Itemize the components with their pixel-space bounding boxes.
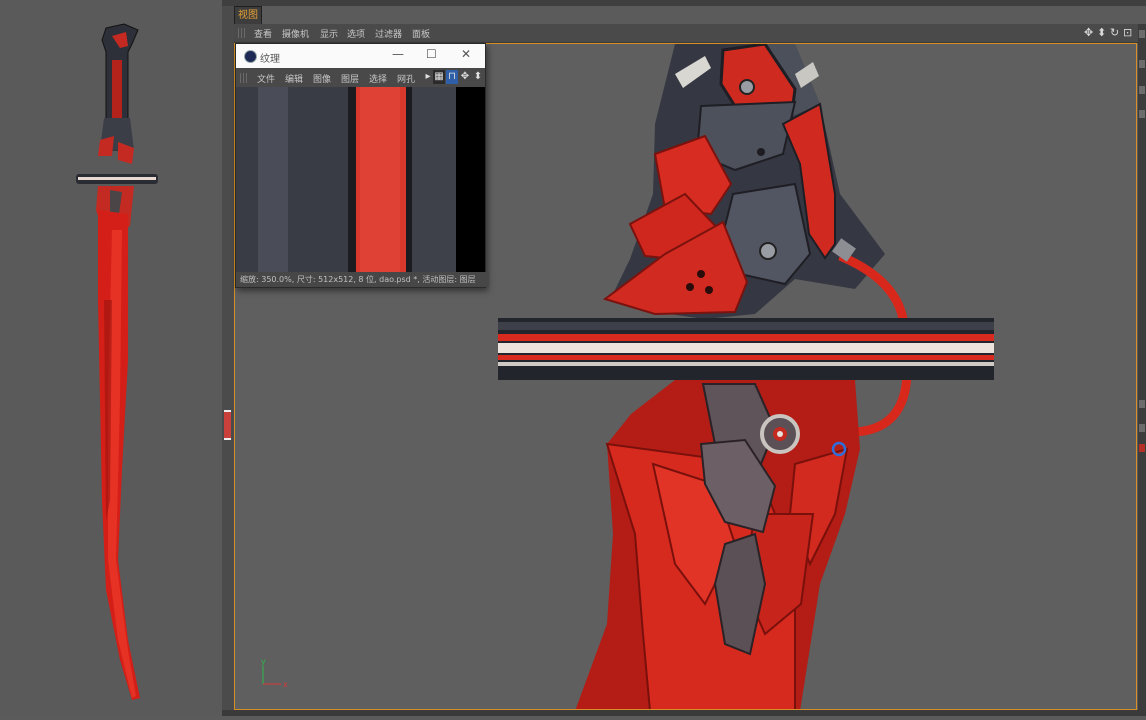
menu-view[interactable]: 查看 <box>254 27 272 40</box>
lock-icon[interactable]: ⊓ <box>446 70 458 84</box>
grip-handle-icon[interactable] <box>238 28 246 38</box>
texture-window[interactable]: 纹理 — ☐ ✕ 文件 编辑 图像 图层 选择 网孔 ▸ ▦ ⊓ ✥ ⬍ 缩放:… <box>235 43 489 288</box>
tool-icon[interactable] <box>1139 30 1145 38</box>
viewport-menubar: 查看 摄像机 显示 选项 过滤器 面板 ✥ ⬍ ↻ ⊡ <box>234 24 1138 43</box>
texture-preview[interactable] <box>236 87 485 272</box>
move-icon[interactable]: ✥ <box>1084 26 1093 39</box>
menu-image[interactable]: 图像 <box>313 72 331 85</box>
color-swatch <box>224 410 231 440</box>
rotate-icon[interactable]: ↻ <box>1110 26 1119 39</box>
maximize-icon[interactable]: ⊡ <box>1123 26 1132 39</box>
viewport-tab[interactable]: 视图 <box>234 6 262 25</box>
layers-icon[interactable]: ▦ <box>433 70 445 84</box>
reference-image-panel <box>0 0 228 716</box>
minimize-icon[interactable]: — <box>392 47 404 61</box>
sword-reference-image <box>76 23 158 700</box>
texture-window-titlebar[interactable]: 纹理 — ☐ ✕ <box>236 44 485 68</box>
menu-edit[interactable]: 编辑 <box>285 72 303 85</box>
texture-window-menubar: 文件 编辑 图像 图层 选择 网孔 ▸ ▦ ⊓ ✥ ⬍ <box>236 69 485 87</box>
menu-filter[interactable]: 过滤器 <box>375 27 402 40</box>
axis-x-label: x <box>283 680 288 689</box>
axis-y-label: y <box>261 657 266 666</box>
texture-window-title: 纹理 <box>260 54 280 65</box>
menu-layer[interactable]: 图层 <box>341 72 359 85</box>
grip-handle-icon[interactable] <box>240 73 248 83</box>
texture-image <box>236 87 485 272</box>
menu-display[interactable]: 显示 <box>320 27 338 40</box>
move-icon[interactable]: ✥ <box>459 70 471 84</box>
tool-icon[interactable] <box>1139 424 1145 432</box>
tool-icon[interactable] <box>1139 444 1145 452</box>
menu-panel[interactable]: 面板 <box>412 27 430 40</box>
bottom-bar <box>222 710 1146 716</box>
close-icon[interactable]: ✕ <box>461 47 471 61</box>
tool-icon[interactable] <box>1139 400 1145 408</box>
zoom-icon[interactable]: ⬍ <box>1097 26 1106 39</box>
panel-divider[interactable] <box>222 0 234 716</box>
menu-mesh[interactable]: 网孔 <box>397 72 415 85</box>
tool-icon[interactable] <box>1139 86 1145 94</box>
menu-select[interactable]: 选择 <box>369 72 387 85</box>
tool-icon[interactable] <box>1139 110 1145 118</box>
texture-status-bar: 缩放: 350.0%, 尺寸: 512x512, 8 位, dao.psd *,… <box>236 272 489 287</box>
tool-icon[interactable] <box>1139 60 1145 68</box>
maximize-icon[interactable]: ☐ <box>426 47 437 61</box>
menu-camera[interactable]: 摄像机 <box>282 27 309 40</box>
top-toolbar-strip <box>222 0 1146 6</box>
zoom-icon[interactable]: ⬍ <box>472 70 484 84</box>
app-logo-icon <box>244 50 257 63</box>
menu-options[interactable]: 选项 <box>347 27 365 40</box>
right-toolbar <box>1138 24 1146 716</box>
menu-file[interactable]: 文件 <box>257 72 275 85</box>
